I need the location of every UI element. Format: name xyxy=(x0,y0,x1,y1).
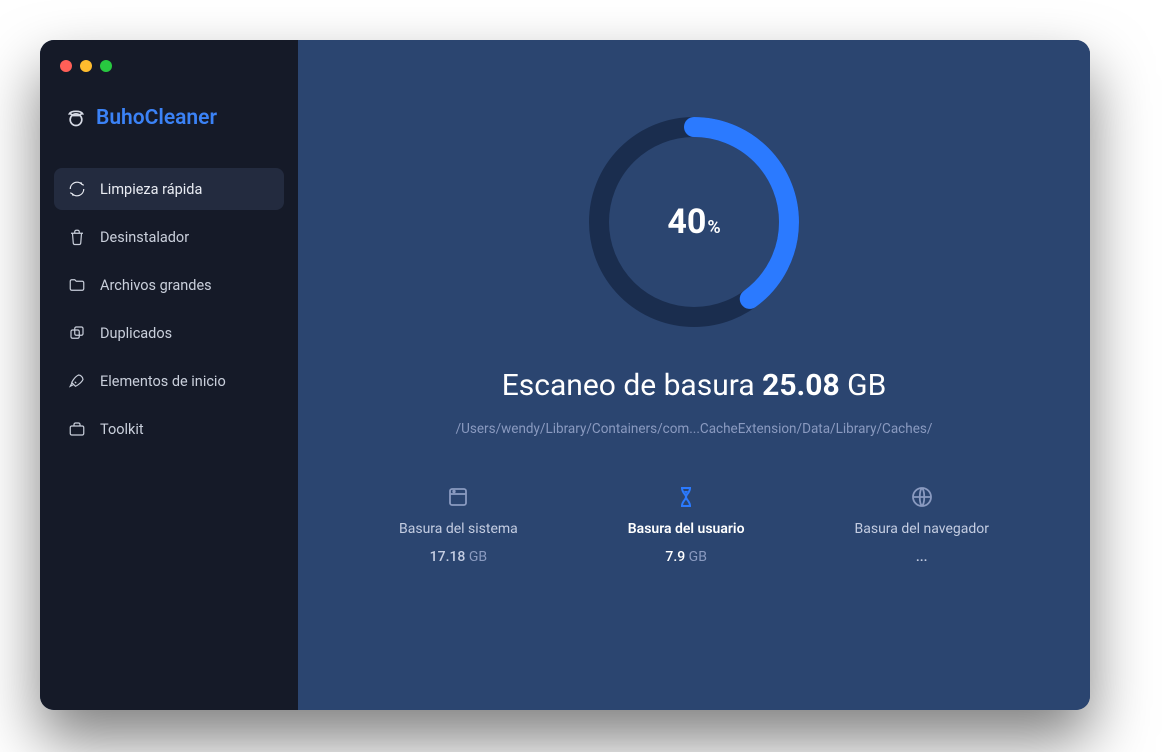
sidebar-item-duplicates[interactable]: Duplicados xyxy=(54,312,284,354)
refresh-icon xyxy=(68,180,86,198)
scan-title-prefix: Escaneo de basura xyxy=(502,368,762,403)
category-label: Basura del navegador xyxy=(855,521,990,537)
main-content: 40 % Escaneo de basura 25.08 GB /Users/w… xyxy=(298,40,1090,710)
minimize-window-button[interactable] xyxy=(80,60,92,72)
app-window: BuhoCleaner Limpieza rápida Desinstalado… xyxy=(40,40,1090,710)
close-window-button[interactable] xyxy=(60,60,72,72)
sidebar-item-label: Elementos de inicio xyxy=(100,373,226,390)
category-value: ... xyxy=(916,549,928,565)
scan-size-unit: GB xyxy=(840,368,887,403)
scan-progress-ring: 40 % xyxy=(584,112,804,332)
owl-icon xyxy=(66,108,86,128)
scan-size-value: 25.08 xyxy=(762,368,840,403)
sidebar-item-label: Archivos grandes xyxy=(100,277,212,294)
folder-icon xyxy=(68,276,86,294)
rocket-icon xyxy=(68,372,86,390)
sidebar-item-label: Duplicados xyxy=(100,325,172,342)
scan-current-path: /Users/wendy/Library/Containers/com...Ca… xyxy=(456,421,933,437)
progress-percent-symbol: % xyxy=(707,217,720,238)
window-controls xyxy=(54,58,284,72)
category-label: Basura del usuario xyxy=(628,521,745,537)
progress-percent-value: 40 xyxy=(667,202,706,242)
trash-icon xyxy=(68,228,86,246)
scan-categories: Basura del sistema 17.18 GB Basura del u… xyxy=(399,485,989,565)
sidebar-item-large-files[interactable]: Archivos grandes xyxy=(54,264,284,306)
app-title: BuhoCleaner xyxy=(96,106,217,130)
progress-percent: 40 % xyxy=(584,112,804,332)
category-value: 17.18 GB xyxy=(430,549,487,565)
sidebar-item-quick-clean[interactable]: Limpieza rápida xyxy=(54,168,284,210)
sidebar-nav: Limpieza rápida Desinstalador Archivos g… xyxy=(54,168,284,450)
category-value: 7.9 GB xyxy=(665,549,707,565)
category-browser-junk: Basura del navegador ... xyxy=(855,485,990,565)
hourglass-icon xyxy=(674,485,698,509)
category-system-junk: Basura del sistema 17.18 GB xyxy=(399,485,518,565)
maximize-window-button[interactable] xyxy=(100,60,112,72)
sidebar-item-label: Desinstalador xyxy=(100,229,189,246)
app-brand: BuhoCleaner xyxy=(54,72,284,168)
globe-icon xyxy=(910,485,934,509)
duplicates-icon xyxy=(68,324,86,342)
disk-icon xyxy=(446,485,470,509)
category-user-junk: Basura del usuario 7.9 GB xyxy=(628,485,745,565)
sidebar-item-toolkit[interactable]: Toolkit xyxy=(54,408,284,450)
toolkit-icon xyxy=(68,420,86,438)
scan-title: Escaneo de basura 25.08 GB xyxy=(502,368,887,403)
sidebar-item-startup[interactable]: Elementos de inicio xyxy=(54,360,284,402)
sidebar: BuhoCleaner Limpieza rápida Desinstalado… xyxy=(40,40,298,710)
category-label: Basura del sistema xyxy=(399,521,518,537)
sidebar-item-uninstaller[interactable]: Desinstalador xyxy=(54,216,284,258)
sidebar-item-label: Limpieza rápida xyxy=(100,181,202,198)
sidebar-item-label: Toolkit xyxy=(100,421,144,438)
